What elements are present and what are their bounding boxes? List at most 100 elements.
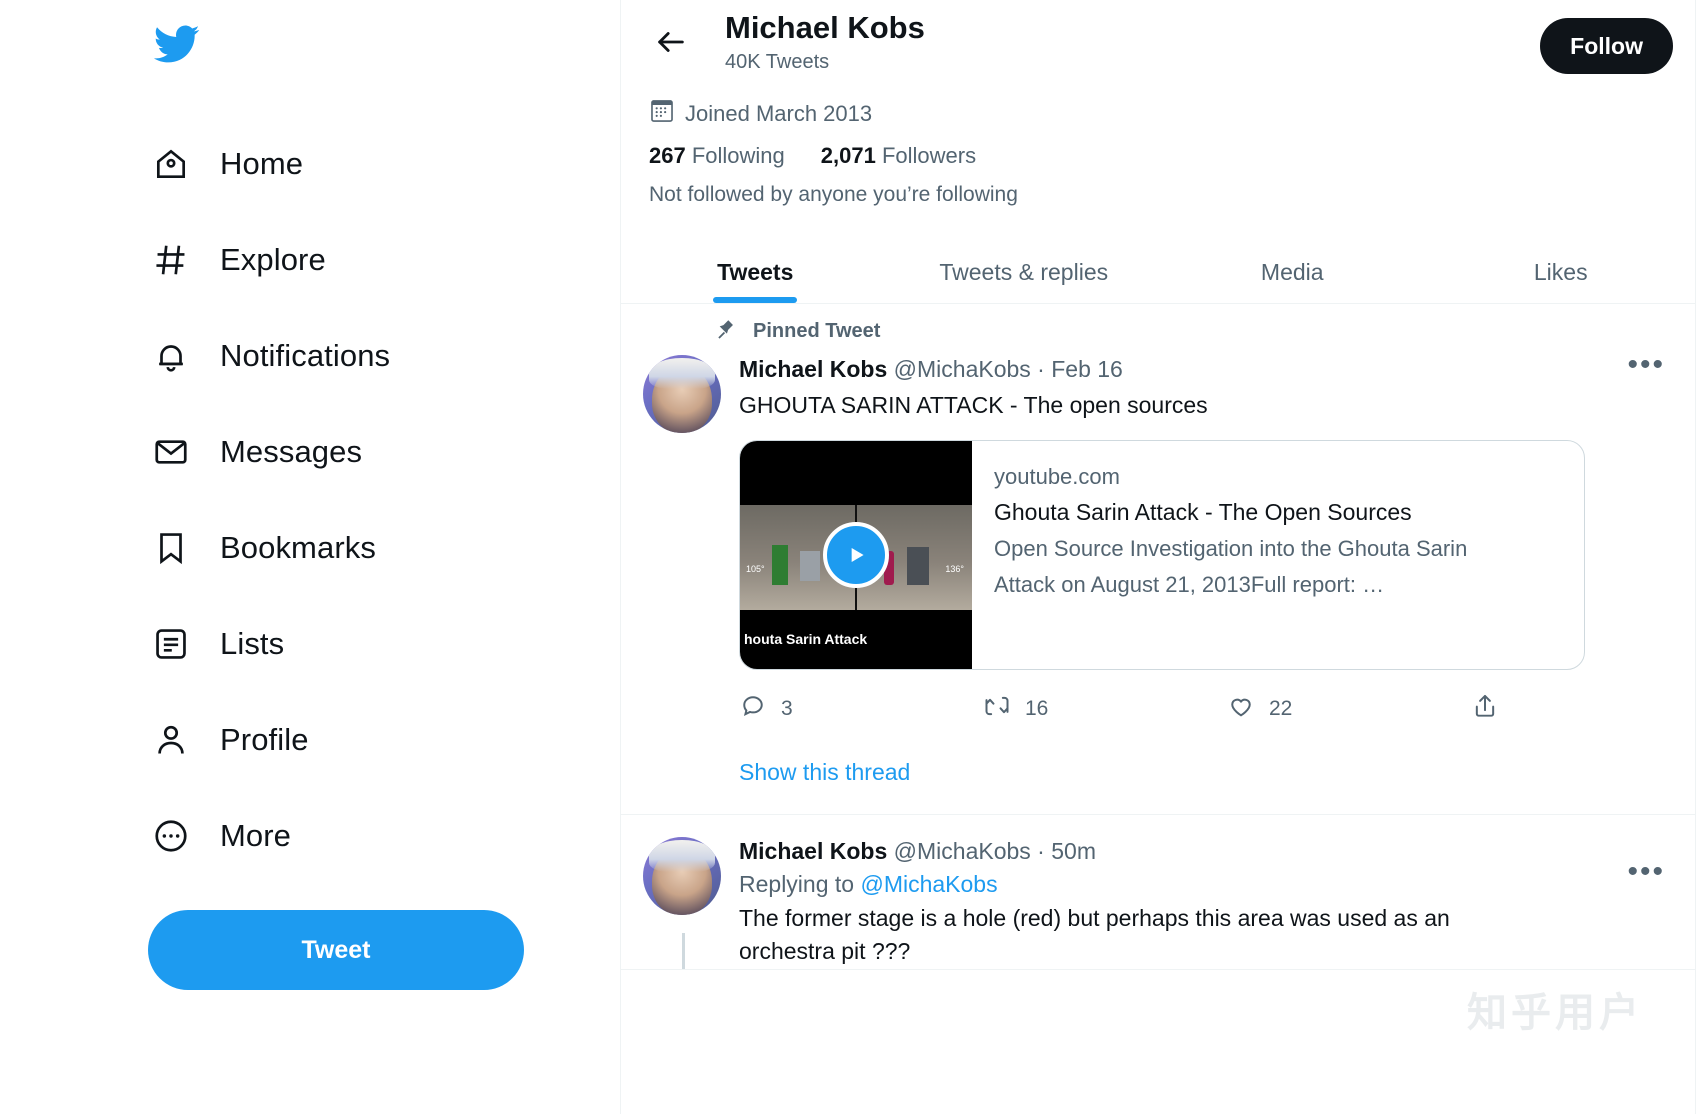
tweet-separator: ·: [1037, 356, 1045, 382]
sidebar: Home Explore Notifications Messages Book…: [0, 0, 620, 1114]
list-icon: [148, 621, 194, 667]
sidebar-item-label: Home: [220, 146, 304, 181]
sidebar-item-label: Lists: [220, 626, 285, 661]
sidebar-item-more[interactable]: More: [148, 788, 620, 884]
sidebar-item-messages[interactable]: Messages: [148, 404, 620, 500]
tab-tweets-and-replies[interactable]: Tweets & replies: [890, 241, 1159, 303]
tweet-count: 40K Tweets: [725, 50, 830, 73]
bell-icon: [148, 333, 194, 379]
profile-header: Michael Kobs 40K Tweets Follow Joined Ma…: [621, 0, 1695, 207]
arrow-left-icon: [658, 32, 684, 52]
card-thumbnail: 105° 136° houta Sarin Attack: [740, 441, 972, 670]
tweet-handle[interactable]: @MichaKobs: [894, 356, 1031, 382]
card-description-line-2: Attack on August 21, 2013Full report: …: [994, 571, 1385, 597]
heart-icon: [1227, 692, 1255, 725]
page-title: Michael Kobs: [725, 10, 925, 45]
following-count[interactable]: 267 Following: [649, 143, 785, 169]
sidebar-nav: Home Explore Notifications Messages Book…: [148, 116, 620, 884]
like-button[interactable]: 22: [1227, 692, 1471, 725]
sidebar-item-label: More: [220, 818, 292, 853]
sidebar-item-label: Bookmarks: [220, 530, 376, 565]
replying-mention[interactable]: @MichaKobs: [860, 871, 997, 897]
avatar[interactable]: [643, 837, 721, 916]
following-number: 267: [649, 143, 686, 168]
pinned-indicator: Pinned Tweet: [643, 318, 1673, 345]
tweet-author[interactable]: Michael Kobs: [739, 838, 887, 864]
tab-tweets[interactable]: Tweets: [621, 241, 890, 303]
not-followed-text: Not followed by anyone you’re following: [649, 183, 1018, 206]
retweet-icon: [983, 692, 1011, 725]
tweet-pinned[interactable]: Pinned Tweet ••• Michael Kobs @MichaKobs…: [621, 304, 1695, 816]
share-icon: [1471, 692, 1499, 725]
tweet-button[interactable]: Tweet: [148, 910, 524, 990]
twitter-profile-page: Home Explore Notifications Messages Book…: [0, 0, 1696, 1114]
tweet-byline: Michael Kobs @MichaKobs · Feb 16: [739, 355, 1673, 385]
back-button[interactable]: [643, 14, 699, 70]
play-icon[interactable]: [823, 522, 889, 589]
reply-icon: [739, 692, 767, 725]
tweet-time[interactable]: Feb 16: [1051, 356, 1123, 382]
home-icon: [148, 141, 194, 187]
sidebar-item-label: Messages: [220, 434, 363, 469]
thread-connector: [682, 933, 685, 969]
followers-count[interactable]: 2,071 Followers: [821, 143, 976, 169]
sidebar-item-label: Notifications: [220, 338, 391, 373]
following-label: Following: [691, 143, 785, 168]
tweet-actions: 3 16 22: [739, 692, 1499, 731]
thumb-label-right: 136°: [945, 563, 964, 574]
sidebar-item-home[interactable]: Home: [148, 116, 620, 212]
tab-label: Media: [1260, 259, 1324, 285]
calendar-icon: [649, 98, 675, 129]
retweet-count: 16: [1025, 696, 1049, 720]
person-icon: [148, 717, 194, 763]
bookmark-icon: [148, 525, 194, 571]
tab-media[interactable]: Media: [1158, 241, 1427, 303]
card-description-line-1: Open Source Investigation into the Ghout…: [994, 536, 1468, 562]
sidebar-item-label: Profile: [220, 722, 309, 757]
tweet-text-line-2: orchestra pit ???: [739, 938, 911, 965]
main-column: Michael Kobs 40K Tweets Follow Joined Ma…: [620, 0, 1696, 1114]
card-title: Ghouta Sarin Attack - The Open Sources: [994, 499, 1412, 526]
retweet-button[interactable]: 16: [983, 692, 1227, 725]
tweet-more-button[interactable]: •••: [1627, 857, 1665, 887]
sidebar-item-bookmarks[interactable]: Bookmarks: [148, 500, 620, 596]
tweet-separator: ·: [1037, 838, 1045, 865]
tweet-time[interactable]: 50m: [1051, 838, 1096, 864]
tab-label: Likes: [1533, 259, 1588, 285]
envelope-icon: [148, 429, 194, 475]
sidebar-item-lists[interactable]: Lists: [148, 596, 620, 692]
joined-date: Joined March 2013: [685, 100, 873, 126]
watermark: 知乎用户: [1467, 991, 1643, 1035]
more-circle-icon: [148, 813, 194, 859]
twitter-bird-logo[interactable]: [148, 10, 216, 78]
like-count: 22: [1269, 696, 1293, 720]
show-thread-link[interactable]: Show this thread: [739, 731, 1673, 814]
tweet-byline: Michael Kobs @MichaKobs · 50m: [739, 837, 1673, 867]
tab-label: Tweets & replies: [939, 259, 1109, 285]
follow-counts: 267 Following 2,071 Followers: [649, 143, 1673, 169]
tweet-handle[interactable]: @MichaKobs: [894, 838, 1031, 864]
tweet-author[interactable]: Michael Kobs: [739, 356, 887, 382]
sidebar-item-profile[interactable]: Profile: [148, 692, 620, 788]
sidebar-item-explore[interactable]: Explore: [148, 212, 620, 308]
tab-likes[interactable]: Likes: [1427, 241, 1696, 303]
follow-button[interactable]: Follow: [1540, 18, 1673, 74]
link-preview-card[interactable]: 105° 136° houta Sarin Attack youtube.com…: [739, 440, 1585, 671]
replying-to: Replying to @MichaKobs: [739, 871, 1673, 898]
share-button[interactable]: [1471, 692, 1499, 725]
followers-number: 2,071: [820, 143, 876, 168]
profile-meta: Joined March 2013 267 Following 2,071 Fo…: [643, 78, 1673, 207]
sidebar-item-label: Explore: [220, 242, 326, 277]
thumb-caption: houta Sarin Attack: [744, 631, 868, 648]
hashtag-icon: [148, 237, 194, 283]
tweet-text: GHOUTA SARIN ATTACK - The open sources: [739, 391, 1208, 418]
tweet-reply[interactable]: ••• Michael Kobs @MichaKobs · 50m Replyi…: [621, 815, 1695, 970]
reply-count: 3: [781, 696, 793, 720]
tweet-more-button[interactable]: •••: [1627, 350, 1665, 380]
pin-icon: [715, 318, 737, 345]
replying-prefix: Replying to: [739, 871, 855, 898]
avatar[interactable]: [643, 355, 721, 433]
sidebar-item-notifications[interactable]: Notifications: [148, 308, 620, 404]
reply-button[interactable]: 3: [739, 692, 983, 725]
tab-active-indicator: [713, 297, 798, 303]
